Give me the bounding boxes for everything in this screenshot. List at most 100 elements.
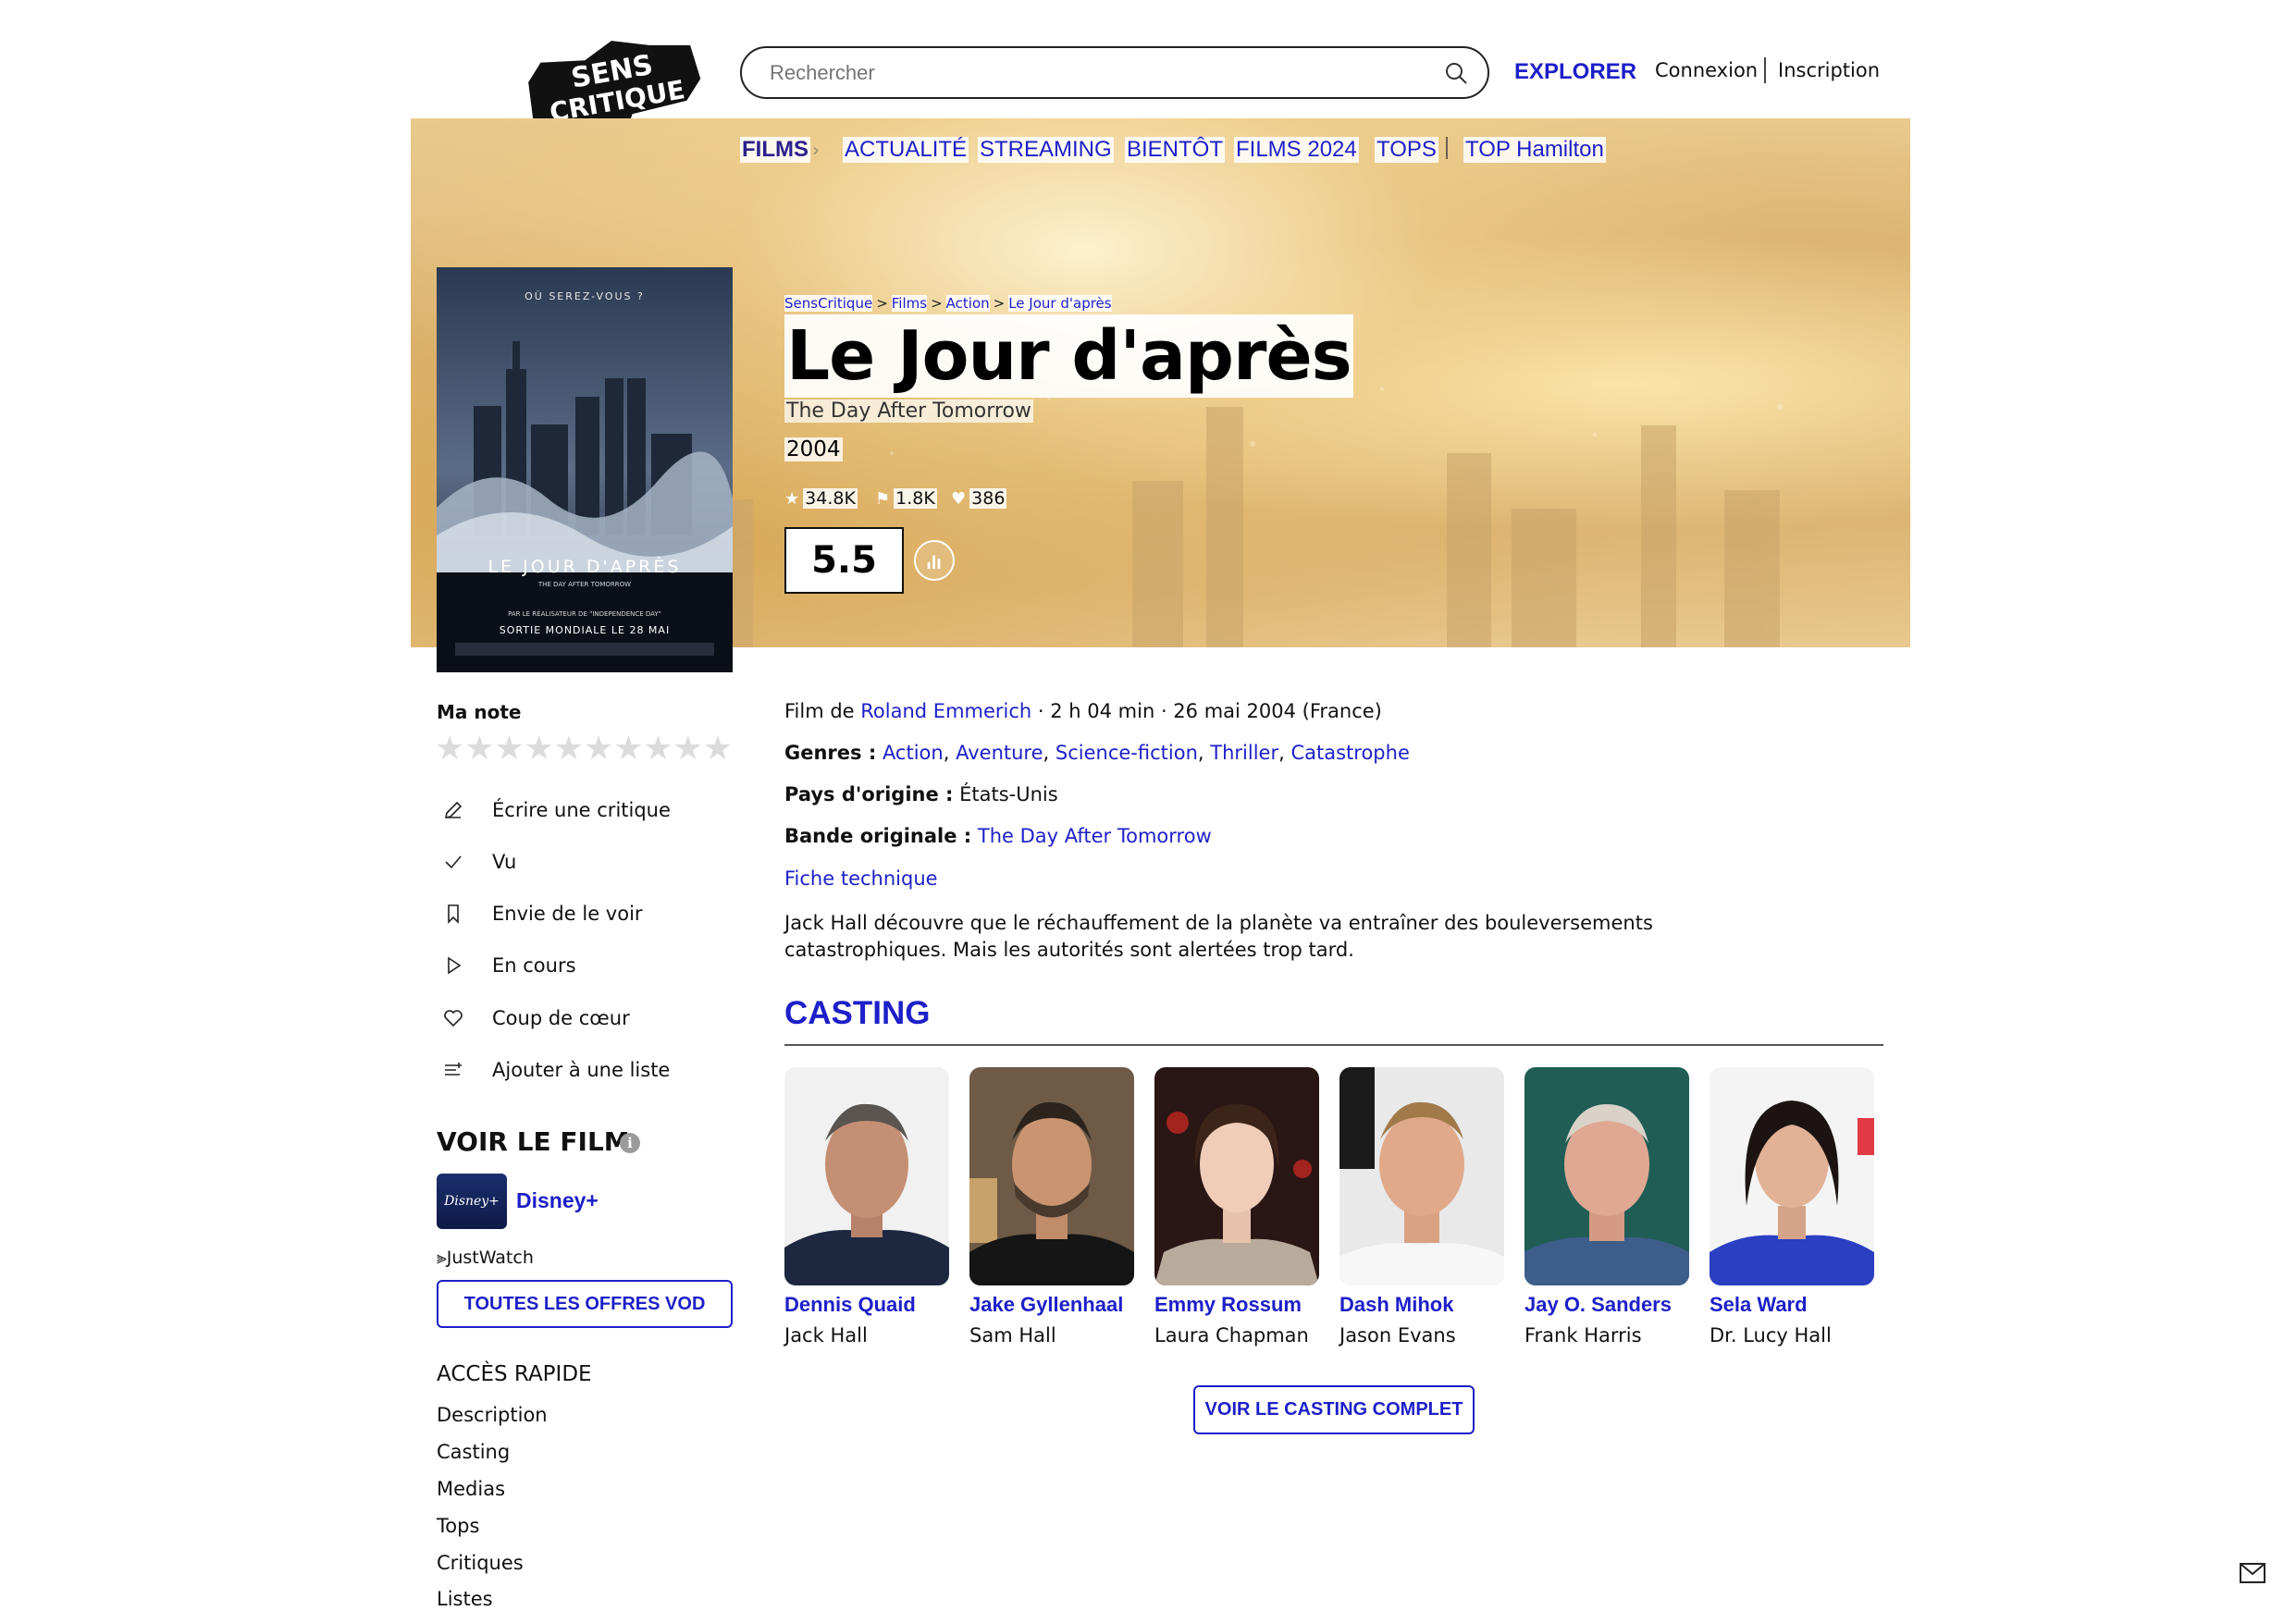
cast-photo[interactable] (784, 1067, 949, 1285)
info-icon[interactable]: i (620, 1133, 640, 1153)
duration-date: · 2 h 04 min · 26 mai 2004 (France) (1031, 700, 1382, 722)
heart-icon: ♥ (951, 489, 967, 509)
rating-star-icon[interactable]: ★ (584, 731, 613, 768)
header-separator (1764, 57, 1766, 83)
nav-tops[interactable]: TOPS (1375, 137, 1438, 163)
star-icon: ★ (784, 489, 800, 509)
average-score: 5.5 (784, 527, 904, 594)
genre-link-science-fiction[interactable]: Science-fiction (1055, 742, 1198, 764)
tech-sheet-link[interactable]: Fiche technique (784, 867, 938, 890)
genre-separator: , (1043, 742, 1050, 764)
favorites-count: 386 (969, 488, 1007, 509)
disney-plus-link[interactable]: Disney+ (516, 1188, 599, 1213)
wishes-count: 1.8K (894, 488, 937, 509)
all-vod-offers-button[interactable]: TOUTES LES OFFRES VOD (437, 1280, 733, 1328)
cast-name[interactable]: Jay O. Sanders (1524, 1293, 1691, 1317)
nav-bientot[interactable]: BIENTÔT (1125, 137, 1226, 163)
release-year: 2004 (784, 437, 843, 461)
soundtrack-link[interactable]: The Day After Tomorrow (978, 825, 1212, 847)
nav-top-hamilton[interactable]: TOP Hamilton (1463, 137, 1606, 163)
rating-star-icon[interactable]: ★ (613, 731, 643, 768)
rating-star-icon[interactable]: ★ (673, 731, 703, 768)
breadcrumb: SensCritique > Films > Action > Le Jour d'aprè… (784, 295, 1112, 312)
action-label: Vu (492, 851, 517, 873)
rating-star-icon[interactable]: ★ (464, 731, 494, 768)
nav-films[interactable]: FILMS (740, 137, 810, 163)
synopsis: Jack Hall découvre que le réchauffement … (784, 912, 1653, 961)
signup-link[interactable]: Inscription (1778, 59, 1880, 81)
rating-star-icon[interactable]: ★ (643, 731, 673, 768)
breadcrumb-films[interactable]: Films (891, 295, 928, 312)
cast-photo[interactable] (1339, 1067, 1504, 1285)
justwatch-label: JustWatch (446, 1248, 534, 1268)
nav-streaming[interactable]: STREAMING (978, 137, 1114, 163)
breadcrumb-action[interactable]: Action (945, 295, 990, 312)
cast-card[interactable]: Emmy Rossum Laura Chapman (1154, 1067, 1321, 1346)
quick-link-tops[interactable]: Tops (437, 1515, 479, 1537)
rating-star-icon[interactable]: ★ (703, 731, 733, 768)
genre-link-catastrophe[interactable]: Catastrophe (1290, 742, 1409, 764)
genre-separator: , (1278, 742, 1285, 764)
cast-card[interactable]: Dennis Quaid Jack Hall (784, 1067, 951, 1346)
action-label: Coup de cœur (492, 1007, 630, 1029)
cast-card[interactable]: Jay O. Sanders Frank Harris (1524, 1067, 1691, 1346)
cast-photo[interactable] (969, 1067, 1134, 1285)
justwatch-icon: ⫸ (437, 1248, 447, 1268)
cast-name[interactable]: Sela Ward (1710, 1293, 1876, 1317)
quick-link-critiques[interactable]: Critiques (437, 1552, 524, 1574)
genre-link-thriller[interactable]: Thriller (1210, 742, 1278, 764)
search-input[interactable] (770, 59, 1417, 87)
ratings-count: 34.8K (803, 488, 858, 509)
chevron-right-icon: › (812, 139, 820, 161)
quick-link-medias[interactable]: Medias (437, 1478, 505, 1500)
cast-card[interactable]: Sela Ward Dr. Lucy Hall (1710, 1067, 1876, 1346)
casting-title: CASTING (784, 995, 931, 1031)
cast-name[interactable]: Dennis Quaid (784, 1293, 951, 1317)
country-line: Pays d'origine : États-Unis (784, 783, 1058, 805)
breadcrumb-senscritique[interactable]: SensCritique (784, 295, 873, 312)
favorites-count-stat: ♥ 386 (951, 488, 1007, 509)
rating-star-icon[interactable]: ★ (554, 731, 584, 768)
cast-card[interactable]: Dash Mihok Jason Evans (1339, 1067, 1506, 1346)
full-cast-button[interactable]: VOIR LE CASTING COMPLET (1193, 1385, 1475, 1434)
cast-name[interactable]: Emmy Rossum (1154, 1293, 1321, 1317)
cast-photo[interactable] (1710, 1067, 1874, 1285)
login-link[interactable]: Connexion (1655, 59, 1758, 81)
mail-icon[interactable] (2240, 1563, 2265, 1583)
director-link[interactable]: Roland Emmerich (860, 700, 1031, 722)
rating-star-icon[interactable]: ★ (494, 731, 524, 768)
breadcrumb-current[interactable]: Le Jour d'après (1008, 295, 1112, 312)
film-by-prefix: Film de (784, 700, 861, 722)
rating-star-icon[interactable]: ★ (435, 731, 464, 768)
rating-distribution-icon[interactable] (914, 540, 955, 581)
disney-plus-logo[interactable]: Disney+ (437, 1174, 507, 1229)
search-bar[interactable] (740, 46, 1489, 99)
genre-separator: , (1197, 742, 1204, 764)
nav-actualite[interactable]: ACTUALITÉ (843, 137, 969, 163)
cast-card[interactable]: Jake Gyllenhaal Sam Hall (969, 1067, 1136, 1346)
breadcrumb-separator: > (931, 295, 943, 312)
cast-photo[interactable] (1524, 1067, 1689, 1285)
cast-name[interactable]: Jake Gyllenhaal (969, 1293, 1136, 1317)
cast-name[interactable]: Dash Mihok (1339, 1293, 1506, 1317)
quick-link-listes[interactable]: Listes (437, 1588, 493, 1610)
genre-link-aventure[interactable]: Aventure (956, 742, 1043, 764)
genre-link-action[interactable]: Action (883, 742, 944, 764)
breadcrumb-separator: > (876, 295, 888, 312)
movie-poster[interactable]: OÙ SEREZ-VOUS ? LE JOUR D'APRÈS THE DAY … (437, 267, 733, 672)
explore-link[interactable]: EXPLORER (1514, 59, 1636, 85)
original-title: The Day After Tomorrow (784, 400, 1033, 423)
cast-role: Frank Harris (1524, 1324, 1642, 1346)
cast-photo[interactable] (1154, 1067, 1319, 1285)
poster-director-line: PAR LE RÉALISATEUR DE "INDEPENDENCE DAY" (508, 609, 661, 618)
quick-link-description[interactable]: Description (437, 1404, 548, 1426)
rating-star-icon[interactable]: ★ (525, 731, 554, 768)
wishes-count-stat: ⚑ 1.8K (875, 488, 937, 509)
cast-role: Jack Hall (784, 1324, 868, 1346)
justwatch-logo[interactable]: ⫸JustWatch (437, 1248, 534, 1268)
nav-films-2024[interactable]: FILMS 2024 (1234, 137, 1359, 163)
action-label: En cours (492, 954, 576, 977)
nav-divider (1446, 137, 1448, 159)
search-icon[interactable] (1443, 60, 1469, 86)
quick-link-casting[interactable]: Casting (437, 1441, 510, 1463)
